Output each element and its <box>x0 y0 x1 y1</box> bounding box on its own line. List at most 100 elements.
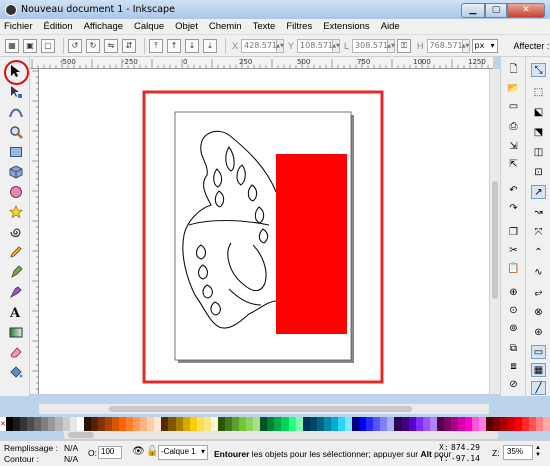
selector-tool-icon[interactable] <box>8 63 24 79</box>
snap-bbox-corner-icon[interactable]: ⬔ <box>531 125 546 139</box>
zoom-spinner[interactable]: ▲ ▼ <box>535 445 541 459</box>
eye-icon[interactable]: 👁 <box>132 446 145 457</box>
snap-centers-icon[interactable]: ⊗ <box>531 305 546 319</box>
color-swatch[interactable] <box>34 417 42 431</box>
color-swatch[interactable] <box>373 417 381 431</box>
color-swatch[interactable] <box>366 417 374 431</box>
color-swatch[interactable] <box>486 417 494 431</box>
import-icon[interactable]: ⇲ <box>506 139 521 153</box>
ellipse-tool-icon[interactable] <box>8 184 24 200</box>
color-swatch[interactable] <box>295 417 303 431</box>
duplicate-icon[interactable]: ⧉ <box>506 341 521 355</box>
star-tool-icon[interactable] <box>8 204 24 220</box>
color-swatch[interactable] <box>239 417 247 431</box>
snap-smooth-nodes-icon[interactable]: ∿ <box>531 265 546 279</box>
zoom-tool-icon[interactable] <box>8 124 24 140</box>
color-swatch[interactable] <box>337 417 345 431</box>
cut-icon[interactable]: ✂ <box>506 243 521 257</box>
color-swatch[interactable] <box>168 417 176 431</box>
horizontal-ruler[interactable]: -500 -250 0 250 500 750 1000 1250 <box>30 57 493 69</box>
color-swatch[interactable] <box>514 417 522 431</box>
color-swatch[interactable] <box>210 417 218 431</box>
zoom-field[interactable]: 35% <box>503 445 533 460</box>
color-swatch[interactable] <box>535 417 543 431</box>
vertical-scrollbar[interactable] <box>489 69 500 394</box>
color-swatch[interactable] <box>196 417 204 431</box>
menu-affichage[interactable]: Affichage <box>84 21 123 32</box>
color-swatch[interactable] <box>380 417 388 431</box>
color-swatch[interactable] <box>316 417 324 431</box>
vertical-scroll-thumb[interactable] <box>492 181 498 299</box>
drawing-canvas[interactable] <box>39 69 489 394</box>
eraser-tool-icon[interactable] <box>8 344 24 360</box>
calligraphy-tool-icon[interactable] <box>8 284 24 300</box>
paste-icon[interactable]: 📋 <box>506 261 521 275</box>
height-field[interactable]: 768.571 <box>426 38 463 53</box>
menu-fichier[interactable]: Fichier <box>4 21 33 32</box>
color-swatch[interactable] <box>479 417 487 431</box>
color-swatch[interactable] <box>528 417 536 431</box>
color-swatch[interactable] <box>27 417 35 431</box>
snap-cusp-nodes-icon[interactable]: ⌃ <box>531 245 546 259</box>
y-spinner[interactable]: ▲▼ <box>332 38 341 53</box>
color-swatch[interactable] <box>97 417 105 431</box>
color-swatch[interactable] <box>224 417 232 431</box>
snap-bbox-midpoint-icon[interactable]: ◫ <box>531 145 546 159</box>
color-swatch[interactable] <box>330 417 338 431</box>
menu-chemin[interactable]: Chemin <box>209 21 242 32</box>
stroke-value[interactable]: N/A <box>64 454 78 464</box>
unlink-clone-icon[interactable]: ⊘ <box>506 377 521 391</box>
color-swatch[interactable] <box>104 417 112 431</box>
color-swatch[interactable] <box>147 417 155 431</box>
color-swatch[interactable] <box>41 417 49 431</box>
gradient-tool-icon[interactable] <box>8 324 24 340</box>
menu-filtres[interactable]: Filtres <box>286 21 312 32</box>
lower-to-bottom-icon[interactable]: ⤓ <box>203 38 217 53</box>
color-swatch[interactable] <box>472 417 480 431</box>
snap-page-border-icon[interactable]: ▭ <box>531 345 546 359</box>
chevron-down-icon[interactable]: ▾ <box>201 447 205 456</box>
lock-ratio-icon[interactable]: ⚿ <box>397 38 412 53</box>
color-swatch[interactable] <box>83 417 91 431</box>
snap-rotation-center-icon[interactable]: ⊛ <box>531 325 546 339</box>
color-swatch[interactable] <box>55 417 63 431</box>
color-swatch[interactable] <box>119 417 127 431</box>
color-swatch[interactable] <box>281 417 289 431</box>
menu-calque[interactable]: Calque <box>134 21 164 32</box>
pencil-tool-icon[interactable] <box>8 244 24 260</box>
minimize-button[interactable]: ▁ <box>461 2 485 18</box>
color-swatch[interactable] <box>274 417 282 431</box>
color-swatch[interactable] <box>521 417 529 431</box>
color-swatch[interactable] <box>422 417 430 431</box>
color-swatch[interactable] <box>217 417 225 431</box>
color-swatch[interactable] <box>267 417 275 431</box>
zoom-selection-icon[interactable]: ⊕ <box>506 285 521 299</box>
rotate-cw-icon[interactable]: ↻ <box>86 38 100 53</box>
color-swatch[interactable] <box>288 417 296 431</box>
color-swatch[interactable] <box>500 417 508 431</box>
color-swatch[interactable] <box>352 417 360 431</box>
color-swatch[interactable] <box>62 417 70 431</box>
menu-aide[interactable]: Aide <box>381 21 400 32</box>
pen-tool-icon[interactable] <box>8 264 24 280</box>
color-swatch[interactable] <box>260 417 268 431</box>
width-field[interactable]: 308.571 <box>352 38 388 53</box>
color-swatch[interactable] <box>345 417 353 431</box>
color-swatch[interactable] <box>465 417 473 431</box>
color-swatch[interactable] <box>309 417 317 431</box>
fill-value[interactable]: N/A <box>64 443 78 453</box>
export-icon[interactable]: ⇱ <box>506 157 521 171</box>
color-swatch[interactable] <box>189 417 197 431</box>
color-swatch[interactable] <box>20 417 28 431</box>
zoom-page-icon[interactable]: ⊚ <box>506 321 521 335</box>
color-swatch[interactable] <box>401 417 409 431</box>
3d-box-tool-icon[interactable] <box>8 164 24 180</box>
color-swatch[interactable] <box>76 417 84 431</box>
snap-intersections-icon[interactable]: ⤧ <box>531 225 546 239</box>
color-swatch[interactable] <box>246 417 254 431</box>
close-button[interactable]: ✕ <box>507 2 545 18</box>
color-swatch[interactable] <box>154 417 162 431</box>
node-tool-icon[interactable] <box>8 84 24 100</box>
menu-objet[interactable]: Objet <box>175 21 198 32</box>
color-swatch[interactable] <box>13 417 21 431</box>
